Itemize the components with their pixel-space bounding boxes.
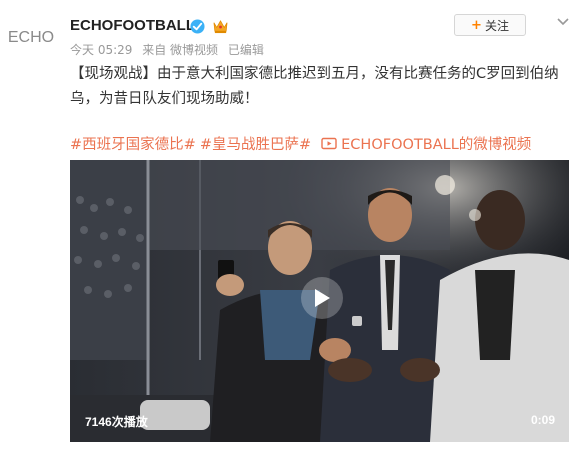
video-duration: 0:09 xyxy=(531,413,556,427)
hashtag-link[interactable]: #西班牙国家德比# xyxy=(70,133,196,154)
avatar[interactable]: ECHO xyxy=(6,18,56,58)
play-button[interactable] xyxy=(301,277,343,319)
video-source-link[interactable]: ECHOFOOTBALL的微博视频 xyxy=(321,133,531,154)
chevron-down-icon[interactable] xyxy=(553,14,573,28)
plus-icon: + xyxy=(471,17,482,33)
post-source[interactable]: 来自 微博视频 xyxy=(142,43,218,57)
post-content: 【现场观战】由于意大利国家德比推迟到五月，没有比赛任务的C罗回到伯纳乌，为昔日队… xyxy=(70,66,559,107)
video-icon xyxy=(321,137,337,150)
follow-label: 关注 xyxy=(484,18,509,33)
follow-button[interactable]: + 关注 xyxy=(454,14,526,36)
post-time[interactable]: 今天 05:29 xyxy=(70,43,132,57)
hashtag-row: #西班牙国家德比# #皇马战胜巴萨# ECHOFOOTBALL的微博视频 xyxy=(70,133,531,154)
verified-badge-icon xyxy=(190,19,205,34)
member-crown-icon[interactable] xyxy=(212,19,229,34)
hashtag-link[interactable]: #皇马战胜巴萨# xyxy=(200,133,311,154)
play-icon xyxy=(315,289,330,307)
edited-label[interactable]: 已编辑 xyxy=(228,43,264,57)
video-source-label: ECHOFOOTBALL的微博视频 xyxy=(341,137,532,153)
play-count: 7146次播放 xyxy=(85,415,148,429)
post-meta: 今天 05:29 来自 微博视频 已编辑 xyxy=(70,41,270,58)
username[interactable]: ECHOFOOTBALL xyxy=(70,17,195,34)
avatar-logo-text: ECHO xyxy=(7,29,55,46)
